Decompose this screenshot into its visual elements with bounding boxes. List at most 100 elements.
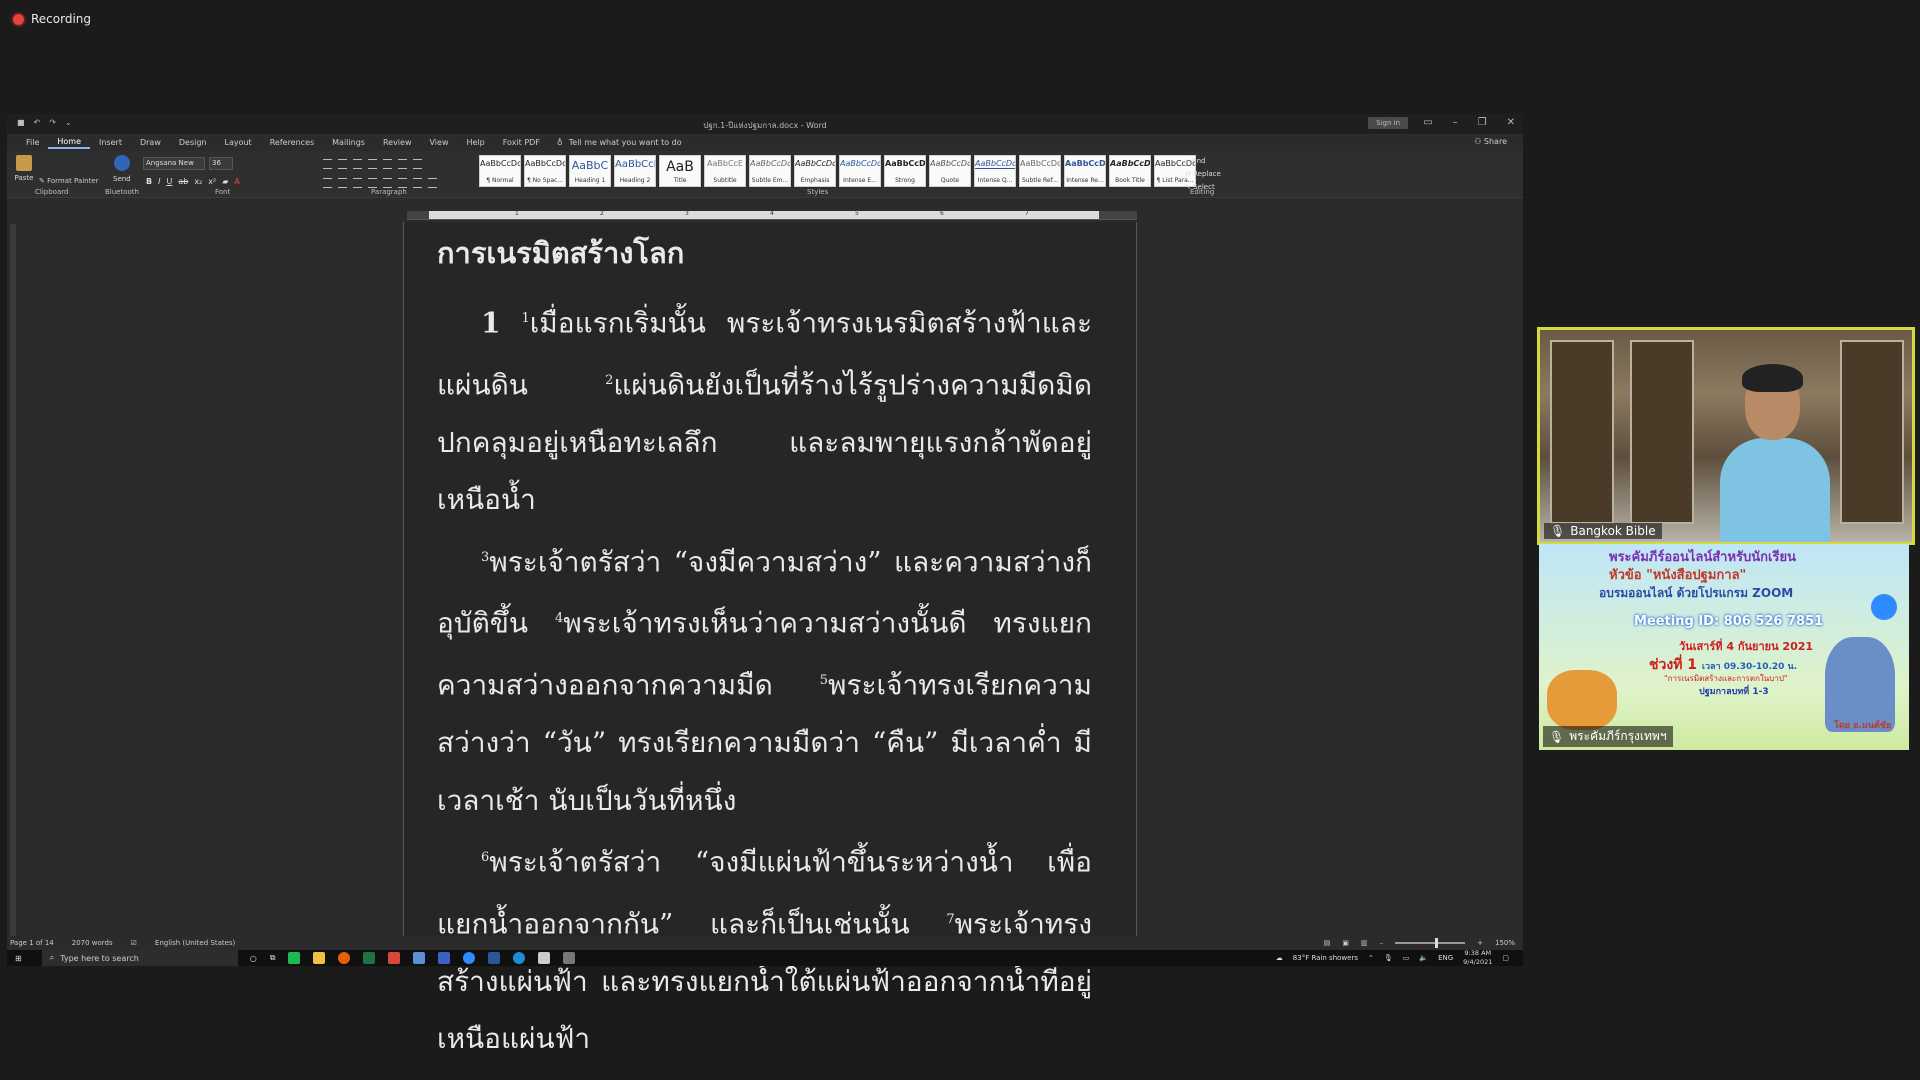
style-quote[interactable]: AaBbCcDc Quote (929, 155, 971, 187)
document-page[interactable]: การเนรมิตสร้างโลก 1 1เมื่อแรกเริ่มนั้น พ… (403, 222, 1137, 1055)
focus-mode-icon[interactable]: ▤ (1324, 939, 1331, 947)
align-center-icon[interactable] (338, 178, 347, 188)
participant-video[interactable]: 🎙 Bangkok Bible (1537, 327, 1915, 545)
excel-icon[interactable] (363, 952, 376, 964)
tab-draw[interactable]: Draw (131, 138, 170, 147)
chevron-up-icon[interactable]: ⌃ (1368, 954, 1374, 962)
file-explorer-icon[interactable] (313, 952, 326, 964)
multilevel-list-icon[interactable] (353, 159, 362, 169)
cortana-icon[interactable]: ○ (250, 954, 257, 963)
proofing-icon[interactable]: ☑ (131, 939, 137, 947)
paste-button[interactable]: Paste (13, 155, 35, 185)
shading-icon[interactable] (413, 178, 422, 188)
increase-indent-icon[interactable] (383, 159, 392, 169)
find-button[interactable]: ⌕ Find (1185, 155, 1221, 168)
screen-recorder-icon[interactable] (388, 952, 401, 964)
microphone-icon[interactable]: 🎙 (1384, 954, 1393, 962)
numbering-icon[interactable] (338, 159, 347, 169)
tab-view[interactable]: View (421, 138, 458, 147)
clock[interactable]: 9:38 AM 9/4/2021 (1463, 949, 1492, 967)
zoom-app-icon[interactable] (463, 952, 476, 964)
task-view-icon[interactable]: ⧉ (270, 953, 276, 963)
minimize-icon[interactable]: – (1453, 117, 1458, 128)
tab-design[interactable]: Design (170, 138, 216, 147)
tab-insert[interactable]: Insert (90, 138, 131, 147)
firefox-icon[interactable] (338, 952, 351, 964)
style-intense-reference[interactable]: AaBbCcDcIntense Re... (1064, 155, 1106, 187)
tab-home[interactable]: Home (48, 137, 91, 149)
line-spacing-icon[interactable] (398, 178, 407, 188)
snipping-tool-icon[interactable] (563, 952, 576, 964)
send-button[interactable]: Send (113, 155, 131, 183)
notepad-icon[interactable] (538, 952, 551, 964)
tab-foxit-pdf[interactable]: Foxit PDF (494, 138, 549, 147)
format-painter-button[interactable]: ✎ Format Painter (39, 177, 99, 185)
replace-button[interactable]: ⇄ Replace (1185, 168, 1221, 181)
line-app-icon[interactable] (288, 952, 301, 964)
vertical-ruler[interactable] (10, 224, 16, 944)
style-title[interactable]: AaB Title (659, 155, 701, 187)
style-strong[interactable]: AaBbCcDcStrong (884, 155, 926, 187)
word-count[interactable]: 2070 words (72, 939, 113, 947)
tab-file[interactable]: File (17, 138, 48, 147)
style-subtle-reference[interactable]: AaBbCcDc Subtle Ref... (1019, 155, 1061, 187)
tab-references[interactable]: References (261, 138, 323, 147)
superscript-button[interactable]: x² (208, 177, 216, 186)
ribbon-display-icon[interactable]: ▭ (1423, 117, 1432, 128)
justify-icon[interactable] (368, 178, 377, 188)
tab-review[interactable]: Review (374, 138, 421, 147)
style-intense-quote[interactable]: AaBbCcDc Intense Q... (974, 155, 1016, 187)
bullets-icon[interactable] (323, 159, 332, 169)
language-status[interactable]: English (United States) (155, 939, 235, 947)
font-color-button[interactable]: A (234, 177, 239, 186)
share-button[interactable]: ⚇ Share (1474, 137, 1507, 146)
zoom-slider[interactable] (1395, 938, 1466, 948)
sort-icon[interactable] (398, 159, 407, 169)
underline-button[interactable]: U (166, 177, 172, 186)
edge-icon[interactable] (513, 952, 526, 964)
weather-text[interactable]: 83°F Rain showers (1293, 954, 1358, 962)
style-emphasis[interactable]: AaBbCcDc Emphasis (794, 155, 836, 187)
italic-button[interactable]: I (158, 177, 160, 186)
strikethrough-button[interactable]: ab (178, 177, 188, 186)
zoom-level[interactable]: 150% (1495, 939, 1515, 947)
word-icon[interactable] (488, 952, 501, 964)
print-layout-icon[interactable]: ▣ (1342, 939, 1349, 947)
teams-icon[interactable] (438, 952, 451, 964)
shared-banner-video[interactable]: พระคัมภีร์ออนไลน์สำหรับนักเรียน หัวข้อ "… (1539, 544, 1909, 750)
notifications-icon[interactable]: ▢ (1502, 954, 1509, 962)
start-icon[interactable]: ⊞ (15, 954, 22, 963)
align-right-icon[interactable] (353, 178, 362, 188)
web-layout-icon[interactable]: ▥ (1361, 939, 1368, 947)
tab-layout[interactable]: Layout (216, 138, 261, 147)
style-subtitle[interactable]: AaBbCcE Subtitle (704, 155, 746, 187)
distributed-icon[interactable] (383, 178, 392, 188)
volume-icon[interactable]: 🔈 (1419, 954, 1428, 962)
decrease-indent-icon[interactable] (368, 159, 377, 169)
weather-icon[interactable]: ☁ (1276, 954, 1283, 962)
show-marks-icon[interactable] (413, 159, 422, 169)
style-intense-emphasis[interactable]: AaBbCcDc Intense E... (839, 155, 881, 187)
tab-mailings[interactable]: Mailings (323, 138, 374, 147)
style-heading-1[interactable]: AaBbC Heading 1 (569, 155, 611, 187)
borders-icon[interactable] (428, 178, 437, 188)
tell-me-box[interactable]: ♁ Tell me what you want to do (557, 138, 682, 147)
zoom-in-icon[interactable]: + (1477, 939, 1483, 947)
tab-help[interactable]: Help (457, 138, 493, 147)
bold-button[interactable]: B (146, 177, 152, 186)
calculator-icon[interactable] (413, 952, 426, 964)
highlight-button[interactable]: ▰ (222, 177, 228, 186)
style-normal[interactable]: AaBbCcDc ¶ Normal (479, 155, 521, 187)
style-book-title[interactable]: AaBbCcDcBook Title (1109, 155, 1151, 187)
input-language[interactable]: ENG (1438, 954, 1453, 962)
horizontal-ruler[interactable]: 1 2 3 4 5 6 7 (407, 210, 1137, 220)
style-no-spacing[interactable]: AaBbCcDc ¶ No Spac... (524, 155, 566, 187)
page-count[interactable]: Page 1 of 14 (10, 939, 54, 947)
taskbar-search[interactable]: ⌕ Type here to search (41, 950, 238, 966)
restore-icon[interactable]: ❐ (1478, 117, 1487, 128)
subscript-button[interactable]: x₂ (194, 177, 202, 186)
align-left-icon[interactable] (323, 178, 332, 188)
style-subtle-emphasis[interactable]: AaBbCcDc Subtle Em... (749, 155, 791, 187)
font-name-select[interactable]: Angsana New (143, 157, 205, 170)
font-size-select[interactable]: 36 (209, 157, 233, 170)
